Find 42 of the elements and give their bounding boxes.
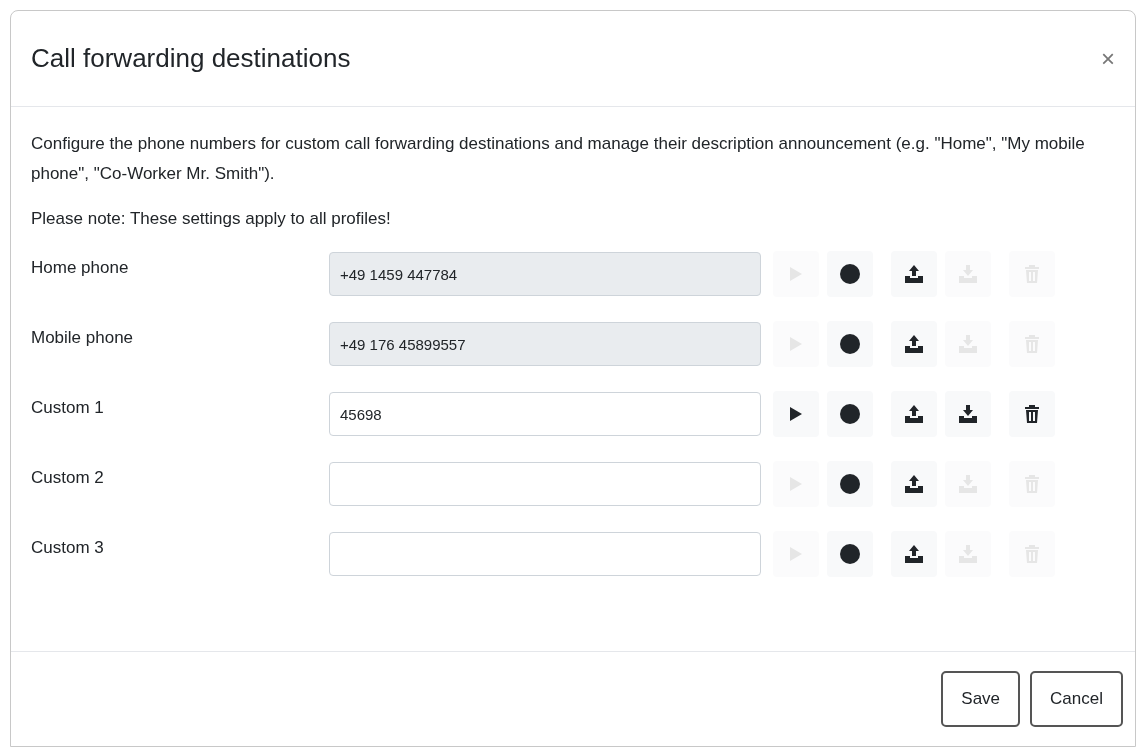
upload-button[interactable] [891,461,937,507]
play-button[interactable] [773,391,819,437]
record-icon [840,404,860,424]
trash-icon [1025,405,1039,423]
phone-number-field[interactable]: +49 176 45899557 [329,322,761,366]
download-button[interactable] [945,391,991,437]
play-icon [789,406,803,422]
upload-button[interactable] [891,531,937,577]
description-text: Configure the phone numbers for custom call forwarding destinations and manage their description announcement (e.g. "Home", "My mobile phone", "Co-Worker Mr. Smith"). [31,133,1086,185]
record-button[interactable] [827,391,873,437]
record-button[interactable] [827,461,873,507]
record-icon [840,474,860,494]
upload-icon [905,335,923,353]
phone-number-field[interactable] [329,532,761,576]
dialog-title: Call forwarding destinations [31,43,351,74]
record-icon [840,264,860,284]
field-label: Custom 2 [31,468,105,488]
record-button[interactable] [827,321,873,367]
field-label: Home phone [31,258,130,278]
field-label: Custom 3 [31,538,105,558]
note-text: Please note: These settings apply to all profiles! [31,209,392,229]
upload-icon [905,545,923,563]
upload-button[interactable] [891,321,937,367]
phone-number-field[interactable]: 45698 [329,392,761,436]
record-button[interactable] [827,251,873,297]
upload-button[interactable] [891,251,937,297]
download-icon [959,405,977,423]
close-button[interactable]: × [1097,44,1119,73]
cancel-button[interactable]: Cancel [1030,671,1123,727]
record-button[interactable] [827,531,873,577]
field-label: Mobile phone [31,328,135,348]
upload-button[interactable] [891,391,937,437]
upload-icon [905,475,923,493]
upload-icon [905,265,923,283]
record-icon [840,334,860,354]
upload-icon [905,405,923,423]
phone-number-field[interactable] [329,462,761,506]
save-button[interactable]: Save [941,671,1021,727]
phone-number-field[interactable]: +49 1459 447784 [329,252,761,296]
field-label: Custom 1 [31,398,105,418]
record-icon [840,544,860,564]
delete-button[interactable] [1009,391,1055,437]
